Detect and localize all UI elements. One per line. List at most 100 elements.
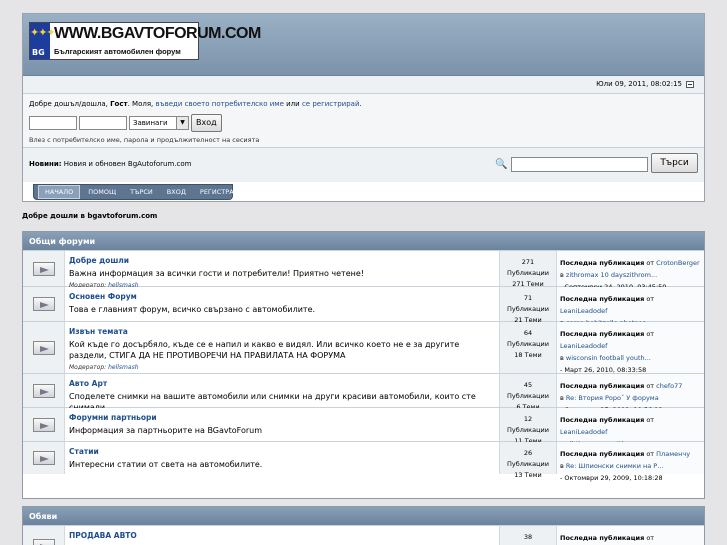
tab-help[interactable]: ПОМОЩ: [82, 186, 122, 198]
last-post: Последна публикация от Пламенчу в Re: Шпи…: [557, 442, 704, 482]
register-link[interactable]: се регистрирай: [302, 100, 360, 108]
by-text: от: [646, 382, 655, 390]
board-stats: 271 Публикации 271 Теми: [499, 251, 557, 288]
tab-home[interactable]: НАЧАЛО: [38, 185, 81, 199]
board-title[interactable]: ПРОДАВА АВТО: [69, 531, 495, 540]
login-link[interactable]: въведи своето потребителско име: [156, 100, 284, 108]
last-post: Последна публикация от LeaniLeadodefв al…: [557, 408, 704, 460]
board-stats: 45 Публикации 6 Теми: [499, 374, 557, 411]
board-description: Това е главният форум, всичко свързано с…: [69, 305, 316, 314]
last-post-user[interactable]: CrotonBerger: [656, 259, 700, 267]
category-general: Общи форуми Добре дошли Важна информация …: [22, 231, 705, 499]
board-status-icon[interactable]: [32, 297, 55, 311]
board-row: Авто Арт Споделете снимки на вашите автом…: [23, 373, 704, 414]
last-post-topic[interactable]: Re: Шпионски снимки на Р...: [566, 462, 664, 470]
moderator-label: Модератор:: [69, 364, 107, 371]
in-text: в: [560, 394, 564, 402]
or-text: или: [283, 100, 302, 108]
last-post-date: - Октомври 29, 2009, 10:18:28: [560, 474, 663, 482]
board-status-cell: [23, 374, 65, 407]
posts-count: 38: [523, 533, 533, 541]
last-post-topic[interactable]: wisconsin football youth...: [566, 354, 651, 362]
board-info: Авто Арт Споделете снимки на вашите автом…: [65, 374, 499, 412]
by-text: от: [646, 534, 655, 542]
board-description: Информация за партньорите на BGavtoForum: [69, 426, 263, 435]
board-stats: 64 Публикации 18 Теми: [499, 322, 557, 373]
header-frame: ✦✦✦ BG WWW.BGAVTOFORUM.COM Българският ав…: [22, 13, 705, 202]
in-text: в: [560, 462, 564, 470]
board-title[interactable]: Статии: [69, 447, 495, 456]
posts-label: Публикации: [507, 269, 549, 277]
moderator-link[interactable]: hellsmash: [108, 364, 138, 371]
last-post-label: Последна публикация: [560, 259, 645, 267]
last-post-label: Последна публикация: [560, 450, 645, 458]
main-nav: НАЧАЛО ПОМОЩ ТЪРСИ ВХОД РЕГИСТРАЦИЯ: [33, 184, 248, 200]
board-status-cell: [23, 251, 65, 286]
by-text: от: [646, 330, 655, 338]
login-hint: Влез с потребителско име, парола и продъ…: [29, 136, 260, 144]
board-status-icon[interactable]: [32, 417, 55, 432]
current-date: Юли 09, 2011, 08:02:15: [596, 80, 682, 88]
last-post-topic[interactable]: Re: Втория Ророˇ У форума: [566, 394, 659, 402]
board-info: Добре дошли Важна информация за всички го…: [65, 251, 499, 289]
last-post-user[interactable]: chefo77: [656, 382, 682, 390]
period-text: .: [359, 100, 362, 108]
last-post-label: Последна публикация: [560, 295, 645, 303]
tab-register[interactable]: РЕГИСТРАЦИЯ: [194, 186, 254, 198]
search-input[interactable]: [511, 157, 648, 172]
board-title[interactable]: Основен Форум: [69, 292, 495, 301]
last-post-label: Последна публикация: [560, 330, 645, 338]
news-bar: Новини: Новия и обновен BgAutoforum.com …: [23, 148, 704, 182]
last-post: Последна публикация от LeaniLeadodef в wi…: [557, 322, 704, 374]
login-button[interactable]: Вход: [191, 114, 222, 132]
board-row: ПРОДАВА АВТО 38ПубликацииПоследна публика…: [23, 525, 704, 545]
search-button[interactable]: Търси: [651, 153, 698, 173]
board-status-icon[interactable]: [32, 383, 55, 398]
board-status-icon[interactable]: [32, 451, 55, 465]
board-title[interactable]: Форумни партньори: [69, 413, 495, 422]
last-post-topic[interactable]: zithromax 10 dayszithrom...: [566, 271, 657, 279]
category-title[interactable]: Общи форуми: [23, 232, 704, 250]
by-text: от: [646, 259, 655, 267]
board-status-cell: [23, 322, 65, 373]
board-row: Основен Форум Това е главният форум, всич…: [23, 286, 704, 339]
last-post-user[interactable]: Пламенчу: [656, 450, 690, 458]
in-text: в: [560, 271, 564, 279]
guest-label: Гост: [110, 100, 128, 108]
logo-subtitle: Българският автомобилен форум: [54, 47, 181, 56]
chevron-down-icon: ▼: [176, 117, 188, 129]
last-post: Последна публикация от chefo77 в Re: Втор…: [557, 374, 704, 414]
category-title[interactable]: Обяви: [23, 507, 704, 525]
duration-select[interactable]: Завинаги ▼: [129, 116, 189, 130]
last-post-user[interactable]: LeaniLeadodef: [560, 307, 607, 315]
tab-login[interactable]: ВХОД: [161, 186, 192, 198]
last-post: Последна публикация от LeaniLeadodefв ca…: [557, 287, 704, 339]
posts-label: Публикации: [507, 392, 549, 400]
board-status-cell: [23, 442, 65, 474]
username-input[interactable]: [29, 116, 77, 130]
board-status-icon[interactable]: [32, 340, 55, 355]
last-post-label: Последна публикация: [560, 534, 645, 542]
login-form: Завинаги ▼ Вход: [29, 114, 698, 132]
last-post-user[interactable]: LeaniLeadodef: [560, 342, 607, 350]
board-title[interactable]: Извън темата: [69, 327, 495, 336]
site-logo[interactable]: ✦✦✦ BG WWW.BGAVTOFORUM.COM Българският ав…: [29, 22, 261, 60]
category-ads: Обяви ПРОДАВА АВТО 38ПубликацииПоследна п…: [22, 506, 705, 545]
board-title[interactable]: Авто Арт: [69, 379, 495, 388]
search-icon: 🔍: [495, 159, 508, 170]
welcome-heading: Добре дошли в bgavtoforum.com: [22, 212, 158, 220]
password-input[interactable]: [79, 116, 127, 130]
board-status-cell: [23, 526, 65, 545]
board-status-icon[interactable]: [32, 261, 55, 276]
board-description: Интересни статии от света на автомобилит…: [69, 460, 263, 469]
board-info: Основен Форум Това е главният форум, всич…: [65, 287, 499, 321]
by-text: от: [646, 450, 655, 458]
board-status-icon[interactable]: [32, 538, 55, 545]
by-text: от: [646, 295, 655, 303]
tab-search[interactable]: ТЪРСИ: [124, 186, 159, 198]
last-post-user[interactable]: LeaniLeadodef: [560, 428, 607, 436]
board-stats: 12 Публикации 11 Теми: [499, 408, 557, 445]
collapse-icon[interactable]: [686, 81, 694, 88]
site-header: ✦✦✦ BG WWW.BGAVTOFORUM.COM Българският ав…: [23, 14, 704, 76]
board-title[interactable]: Добре дошли: [69, 256, 495, 265]
